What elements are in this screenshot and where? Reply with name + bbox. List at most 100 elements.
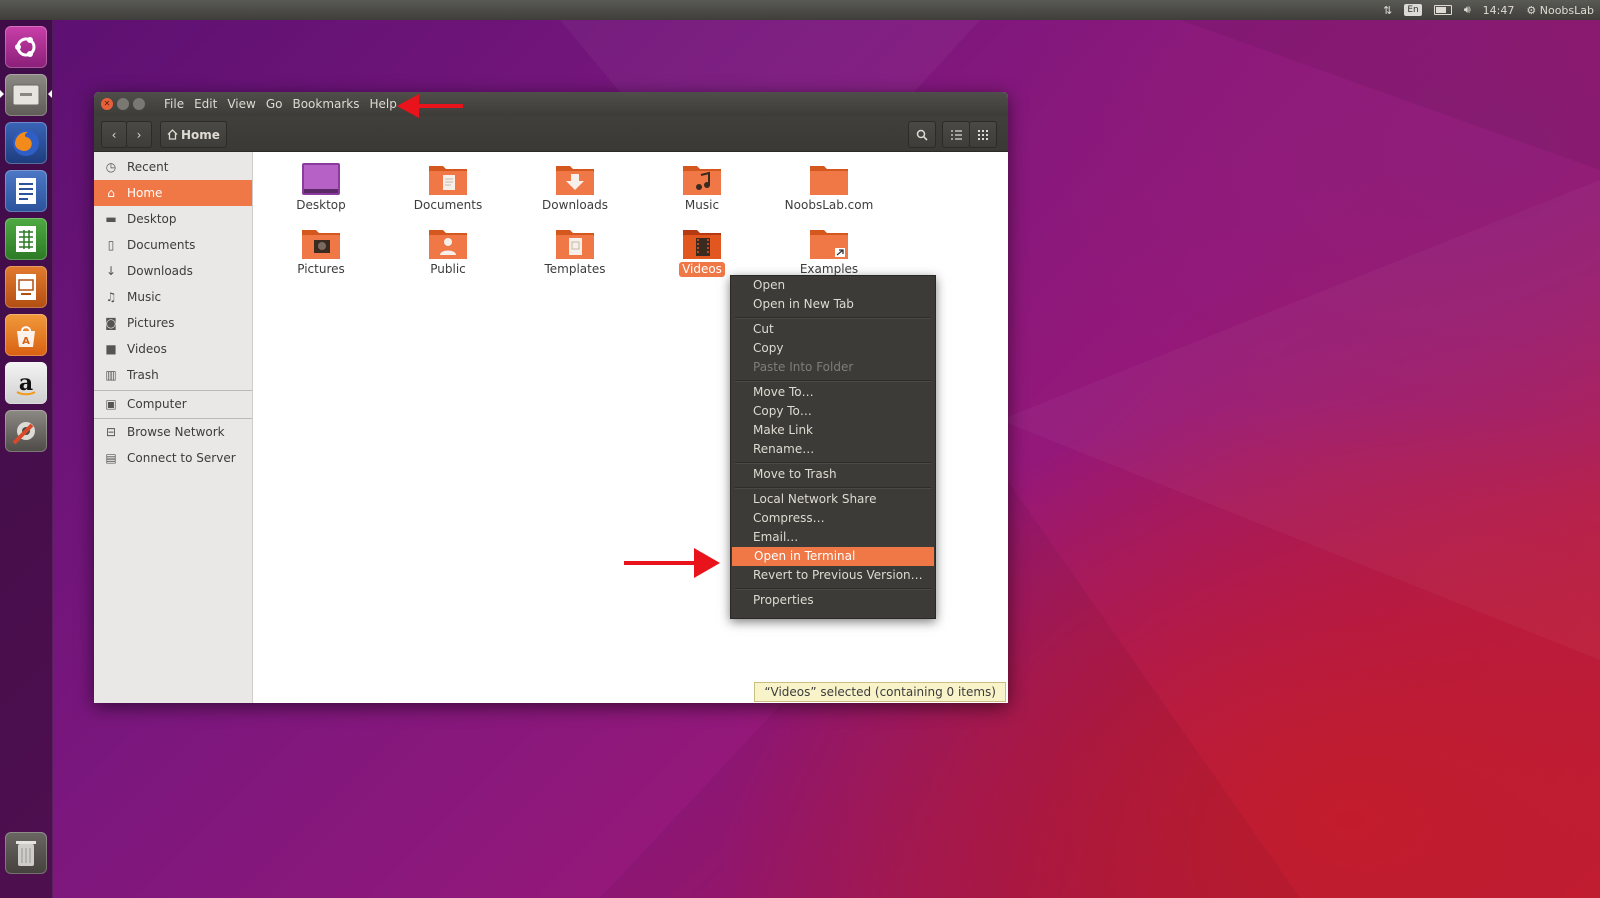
volume-icon[interactable]: 🔊︎	[1464, 3, 1471, 17]
menu-item-local-network-share[interactable]: Local Network Share	[731, 490, 935, 509]
firefox-icon[interactable]	[5, 122, 47, 164]
file-name: Templates	[544, 262, 606, 276]
file-item-noobslab[interactable]: NoobsLab.com	[769, 162, 889, 224]
annotation-arrow-menu	[397, 94, 463, 118]
clock[interactable]: 14:47	[1483, 4, 1515, 17]
chevron-left-icon: ‹	[111, 127, 117, 142]
libreoffice-calc-icon[interactable]	[5, 218, 47, 260]
file-name: Music	[684, 198, 720, 212]
sidebar-item-pictures[interactable]: ◙ Pictures	[94, 310, 252, 336]
menu-item-move-to-trash[interactable]: Move to Trash	[731, 465, 935, 484]
sidebar-item-documents[interactable]: ▯ Documents	[94, 232, 252, 258]
sidebar-item-downloads[interactable]: ↓ Downloads	[94, 258, 252, 284]
templates-folder-icon	[556, 230, 594, 259]
folder-icon: ▬	[105, 212, 117, 226]
sidebar-item-trash[interactable]: ▥ Trash	[94, 362, 252, 388]
file-item-downloads[interactable]: Downloads	[515, 162, 635, 224]
status-bar: “Videos” selected (containing 0 items)	[754, 682, 1006, 702]
sidebar-item-home[interactable]: ⌂ Home	[94, 180, 252, 206]
menu-item-move-to[interactable]: Move To…	[731, 383, 935, 402]
menu-bookmarks[interactable]: Bookmarks	[287, 92, 364, 116]
annotation-arrow-terminal	[624, 548, 720, 578]
menu-separator	[735, 487, 931, 489]
sidebar-item-label: Pictures	[127, 316, 175, 330]
menu-separator	[735, 588, 931, 590]
menu-item-open-in-terminal[interactable]: Open in Terminal	[732, 547, 934, 566]
file-name: Documents	[413, 198, 483, 212]
file-name: NoobsLab.com	[784, 198, 874, 212]
public-folder-icon	[429, 230, 467, 259]
trash-icon[interactable]	[5, 832, 47, 874]
trash-icon: ▥	[105, 368, 117, 382]
search-icon	[916, 129, 928, 141]
menu-item-properties[interactable]: Properties	[731, 591, 935, 610]
sidebar-item-browse-network[interactable]: ⊟ Browse Network	[94, 419, 252, 445]
back-button[interactable]: ‹	[101, 121, 127, 148]
sidebar-item-music[interactable]: ♫ Music	[94, 284, 252, 310]
focus-indicator	[48, 90, 52, 98]
sidebar-item-label: Connect to Server	[127, 451, 236, 465]
ubuntu-dash-icon[interactable]	[5, 26, 47, 68]
search-button[interactable]	[908, 121, 936, 148]
file-item-desktop[interactable]: Desktop	[261, 162, 381, 224]
menu-item-revert-to-previous-version[interactable]: Revert to Previous Version…	[731, 566, 935, 585]
sidebar-item-connect-to-server[interactable]: ▤ Connect to Server	[94, 445, 252, 471]
amazon-icon[interactable]: a	[5, 362, 47, 404]
sidebar-item-videos[interactable]: ■ Videos	[94, 336, 252, 362]
download-icon: ↓	[105, 264, 117, 278]
user-name: NoobsLab	[1539, 3, 1594, 17]
network-icon[interactable]: ⇅	[1383, 4, 1392, 17]
sidebar-item-label: Trash	[127, 368, 159, 382]
music-icon: ♫	[105, 290, 117, 304]
sidebar-item-desktop[interactable]: ▬ Desktop	[94, 206, 252, 232]
svg-text:a: a	[19, 370, 33, 396]
menu-item-cut[interactable]: Cut	[731, 320, 935, 339]
grid-view-button[interactable]	[969, 121, 997, 148]
system-settings-icon[interactable]	[5, 410, 47, 452]
forward-button[interactable]: ›	[126, 121, 152, 148]
file-item-music[interactable]: Music	[642, 162, 762, 224]
keyboard-layout-indicator[interactable]: En	[1404, 4, 1422, 16]
sidebar-item-computer[interactable]: ▣ Computer	[94, 391, 252, 417]
menu-go[interactable]: Go	[261, 92, 288, 116]
file-item-pictures[interactable]: Pictures	[261, 226, 381, 288]
path-bar-home-button[interactable]: Home	[160, 121, 227, 148]
libreoffice-impress-icon[interactable]	[5, 266, 47, 308]
battery-icon[interactable]	[1433, 5, 1452, 15]
menu-edit[interactable]: Edit	[189, 92, 222, 116]
list-view-icon	[950, 129, 962, 140]
file-item-templates[interactable]: Templates	[515, 226, 635, 288]
maximize-button[interactable]	[133, 98, 145, 110]
file-item-documents[interactable]: Documents	[388, 162, 508, 224]
ubuntu-software-center-icon[interactable]: A	[5, 314, 47, 356]
menu-item-email[interactable]: Email…	[731, 528, 935, 547]
menu-item-rename[interactable]: Rename…	[731, 440, 935, 459]
home-icon: ⌂	[107, 186, 115, 200]
home-icon	[167, 129, 178, 140]
window-titlebar[interactable]: ✕ File Edit View Go Bookmarks Help	[94, 92, 1008, 116]
menu-file[interactable]: File	[159, 92, 189, 116]
menu-item-open-in-new-tab[interactable]: Open in New Tab	[731, 295, 935, 314]
libreoffice-writer-icon[interactable]	[5, 170, 47, 212]
video-icon: ■	[105, 342, 117, 356]
session-menu[interactable]: ⚙ NoobsLab	[1526, 4, 1594, 17]
running-indicator	[0, 90, 4, 98]
menu-item-copy-to[interactable]: Copy To…	[731, 402, 935, 421]
files-icon[interactable]	[5, 74, 47, 116]
sidebar-item-label: Videos	[127, 342, 167, 356]
sidebar-item-recent[interactable]: ◷ Recent	[94, 154, 252, 180]
camera-icon: ◙	[105, 316, 117, 330]
minimize-button[interactable]	[117, 98, 129, 110]
menu-view[interactable]: View	[222, 92, 260, 116]
menu-item-open[interactable]: Open	[731, 276, 935, 295]
list-view-button[interactable]	[942, 121, 970, 148]
sidebar-item-label: Desktop	[127, 212, 177, 226]
menu-item-compress[interactable]: Compress…	[731, 509, 935, 528]
svg-text:A: A	[22, 336, 30, 347]
menu-item-make-link[interactable]: Make Link	[731, 421, 935, 440]
file-item-public[interactable]: Public	[388, 226, 508, 288]
videos-folder-icon	[683, 230, 721, 259]
close-button[interactable]: ✕	[101, 98, 113, 110]
sidebar-item-label: Downloads	[127, 264, 193, 278]
menu-item-copy[interactable]: Copy	[731, 339, 935, 358]
